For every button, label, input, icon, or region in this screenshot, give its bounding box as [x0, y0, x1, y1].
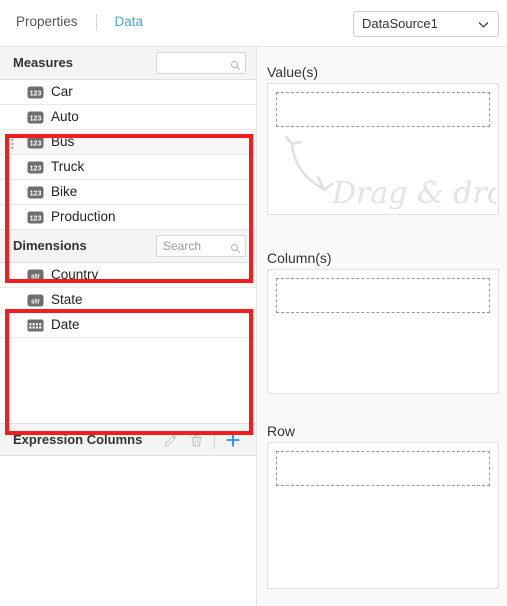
number-type-icon: 123	[27, 86, 44, 99]
expression-columns-header: Expression Columns	[0, 423, 256, 456]
number-type-icon: 123	[27, 111, 44, 124]
field-label: Bus	[51, 134, 75, 149]
shelf-columns-dropbox[interactable]	[267, 269, 499, 394]
calendar-type-icon	[27, 319, 44, 332]
shelf-row: Row	[267, 420, 499, 589]
measures-search[interactable]	[156, 52, 246, 74]
svg-text:str: str	[31, 298, 40, 305]
dimensions-search-input[interactable]	[161, 239, 230, 253]
svg-text:123: 123	[30, 165, 42, 172]
tab-properties[interactable]: Properties	[14, 13, 80, 31]
delete-icon[interactable]	[183, 427, 209, 453]
expression-columns-title: Expression Columns	[13, 432, 143, 447]
shelf-values-label: Value(s)	[267, 64, 319, 80]
number-type-icon: 123	[27, 211, 44, 224]
dimensions-title: Dimensions	[13, 238, 87, 253]
search-icon	[230, 58, 241, 70]
field-label: Country	[51, 267, 99, 282]
measures-title: Measures	[13, 55, 73, 70]
add-icon[interactable]	[220, 427, 246, 453]
measures-list[interactable]: 123 Car 123 Auto 123 Bus 123 Truck 123 Bike 123 Pro…	[0, 80, 256, 230]
field-row[interactable]: str State	[0, 288, 256, 313]
fields-panel: Measures 123 Car 123 Auto 123 Bus 123 Truck 123 B…	[0, 47, 257, 606]
field-label: Auto	[51, 109, 79, 124]
expression-columns-body	[0, 456, 256, 606]
datasource-select[interactable]: DataSource1	[353, 11, 499, 37]
measures-search-input[interactable]	[161, 56, 230, 70]
svg-text:str: str	[31, 273, 40, 280]
shelf-row-dropzone[interactable]	[276, 451, 490, 486]
toolbar-divider	[214, 431, 215, 449]
tab-divider	[95, 13, 97, 31]
tab-data[interactable]: Data	[113, 13, 146, 31]
dimensions-list[interactable]: str Country str State Date	[0, 263, 256, 338]
field-row[interactable]: 123 Truck	[0, 155, 256, 180]
field-label: Car	[51, 84, 73, 99]
dimensions-header: Dimensions	[0, 230, 256, 263]
number-type-icon: 123	[27, 136, 44, 149]
field-row[interactable]: 123 Auto	[0, 105, 256, 130]
data-panel-app: Properties Data DataSource1 Measures 123…	[0, 0, 507, 606]
edit-icon[interactable]	[157, 427, 183, 453]
field-label: Truck	[51, 159, 85, 174]
svg-text:123: 123	[30, 90, 42, 97]
shelf-row-dropbox[interactable]	[267, 442, 499, 589]
expression-columns-toolbar	[157, 424, 246, 456]
string-type-icon: str	[27, 269, 44, 282]
tab-bar: Properties Data	[14, 13, 145, 31]
shelf-values-dropzone[interactable]	[276, 92, 490, 127]
string-type-icon: str	[27, 294, 44, 307]
drag-drop-hint: Drag & drop	[274, 131, 498, 213]
svg-text:123: 123	[30, 190, 42, 197]
search-icon	[230, 241, 241, 253]
number-type-icon: 123	[27, 161, 44, 174]
shelf-columns-label: Column(s)	[267, 250, 332, 266]
field-row[interactable]: 123 Production	[0, 205, 256, 230]
number-type-icon: 123	[27, 186, 44, 199]
field-row[interactable]: 123 Bus	[0, 130, 256, 155]
field-label: State	[51, 292, 83, 307]
drag-handle-icon[interactable]	[6, 137, 15, 149]
chevron-down-icon	[477, 18, 490, 31]
field-row[interactable]: 123 Bike	[0, 180, 256, 205]
field-row[interactable]: Date	[0, 313, 256, 338]
shelf-columns-dropzone[interactable]	[276, 278, 490, 313]
svg-text:123: 123	[30, 140, 42, 147]
shelves-panel: Value(s) Drag & drop Column(s)	[257, 47, 507, 606]
top-bar: Properties Data DataSource1	[0, 0, 507, 47]
field-row[interactable]: 123 Car	[0, 80, 256, 105]
datasource-value: DataSource1	[362, 16, 438, 31]
shelf-columns: Column(s)	[267, 247, 499, 394]
field-label: Bike	[51, 184, 78, 199]
shelf-values: Value(s) Drag & drop	[267, 61, 499, 215]
field-label: Date	[51, 317, 80, 332]
svg-text:123: 123	[30, 115, 42, 122]
svg-text:123: 123	[30, 215, 42, 222]
drag-drop-text: Drag & drop	[331, 176, 496, 211]
field-row[interactable]: str Country	[0, 263, 256, 288]
dimensions-list-empty-space	[0, 338, 256, 381]
dimensions-search[interactable]	[156, 235, 246, 257]
shelf-values-dropbox[interactable]: Drag & drop	[267, 83, 499, 215]
measures-header: Measures	[0, 47, 256, 80]
field-label: Production	[51, 209, 116, 224]
shelf-row-label: Row	[267, 423, 296, 439]
